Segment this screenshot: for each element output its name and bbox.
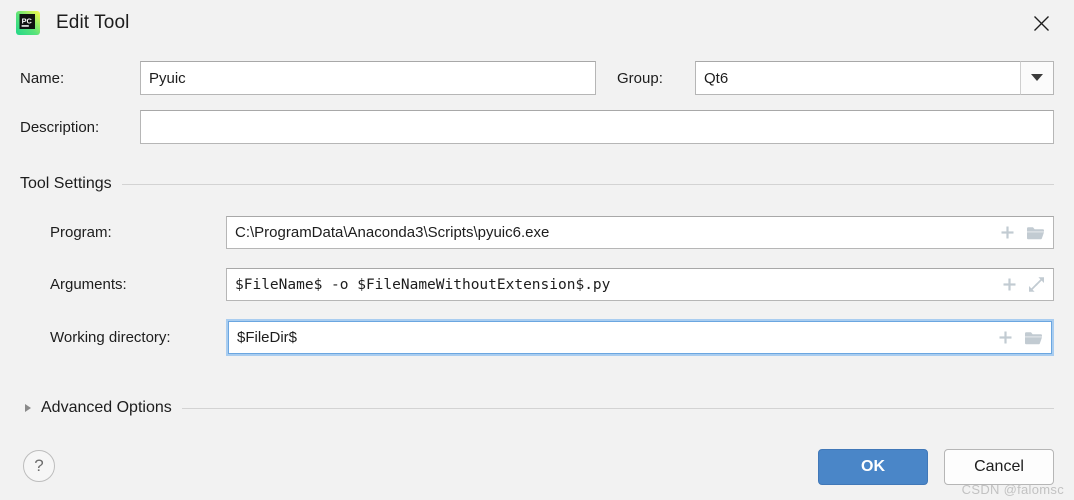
window-title: Edit Tool [56,12,130,33]
title-bar: PC Edit Tool [0,0,1074,46]
pycharm-icon: PC [16,11,40,35]
section-divider [181,407,1054,409]
working-directory-label: Working directory: [50,329,171,346]
group-label: Group: [617,70,663,87]
chevron-down-icon[interactable] [1020,61,1054,95]
arguments-input[interactable]: $FileName$ -o $FileNameWithoutExtension$… [226,268,1054,301]
working-directory-input-value: $FileDir$ [237,329,298,346]
arguments-field-actions [994,276,1045,293]
group-combobox-value: Qt6 [704,69,729,87]
plus-icon[interactable] [1000,225,1015,240]
advanced-options-label: Advanced Options [41,399,172,416]
svg-text:PC: PC [22,17,33,26]
folder-icon[interactable] [1026,225,1045,241]
program-field-actions [992,225,1045,241]
working-directory-field-actions [990,330,1043,346]
ok-button-label: OK [861,458,885,475]
group-combobox[interactable]: Qt6 [695,61,1021,95]
help-button-label: ? [34,456,44,475]
tool-settings-section-header: Tool Settings [20,175,1054,193]
name-input[interactable]: Pyuic [140,61,596,95]
working-directory-input[interactable]: $FileDir$ [226,319,1054,356]
name-input-value: Pyuic [149,69,186,87]
arguments-input-value: $FileName$ -o $FileNameWithoutExtension$… [235,276,611,293]
advanced-options-toggle[interactable]: Advanced Options [25,399,1054,417]
close-icon[interactable] [1018,6,1064,40]
watermark: CSDN @falomsc [961,482,1064,497]
plus-icon[interactable] [998,330,1013,345]
ok-button[interactable]: OK [818,449,928,485]
cancel-button-label: Cancel [974,458,1024,475]
cancel-button[interactable]: Cancel [944,449,1054,485]
description-input[interactable] [140,110,1054,144]
program-input-value: C:\ProgramData\Anaconda3\Scripts\pyuic6.… [235,224,550,241]
triangle-right-icon[interactable] [25,404,31,412]
description-label: Description: [20,119,100,136]
program-label: Program: [50,224,112,241]
tool-settings-label: Tool Settings [20,175,112,192]
plus-icon[interactable] [1002,277,1017,292]
expand-icon[interactable] [1028,276,1045,293]
arguments-label: Arguments: [50,276,127,293]
folder-icon[interactable] [1024,330,1043,346]
help-button[interactable]: ? [23,450,55,482]
program-input[interactable]: C:\ProgramData\Anaconda3\Scripts\pyuic6.… [226,216,1054,249]
name-label: Name: [20,70,65,87]
section-divider [121,183,1054,185]
